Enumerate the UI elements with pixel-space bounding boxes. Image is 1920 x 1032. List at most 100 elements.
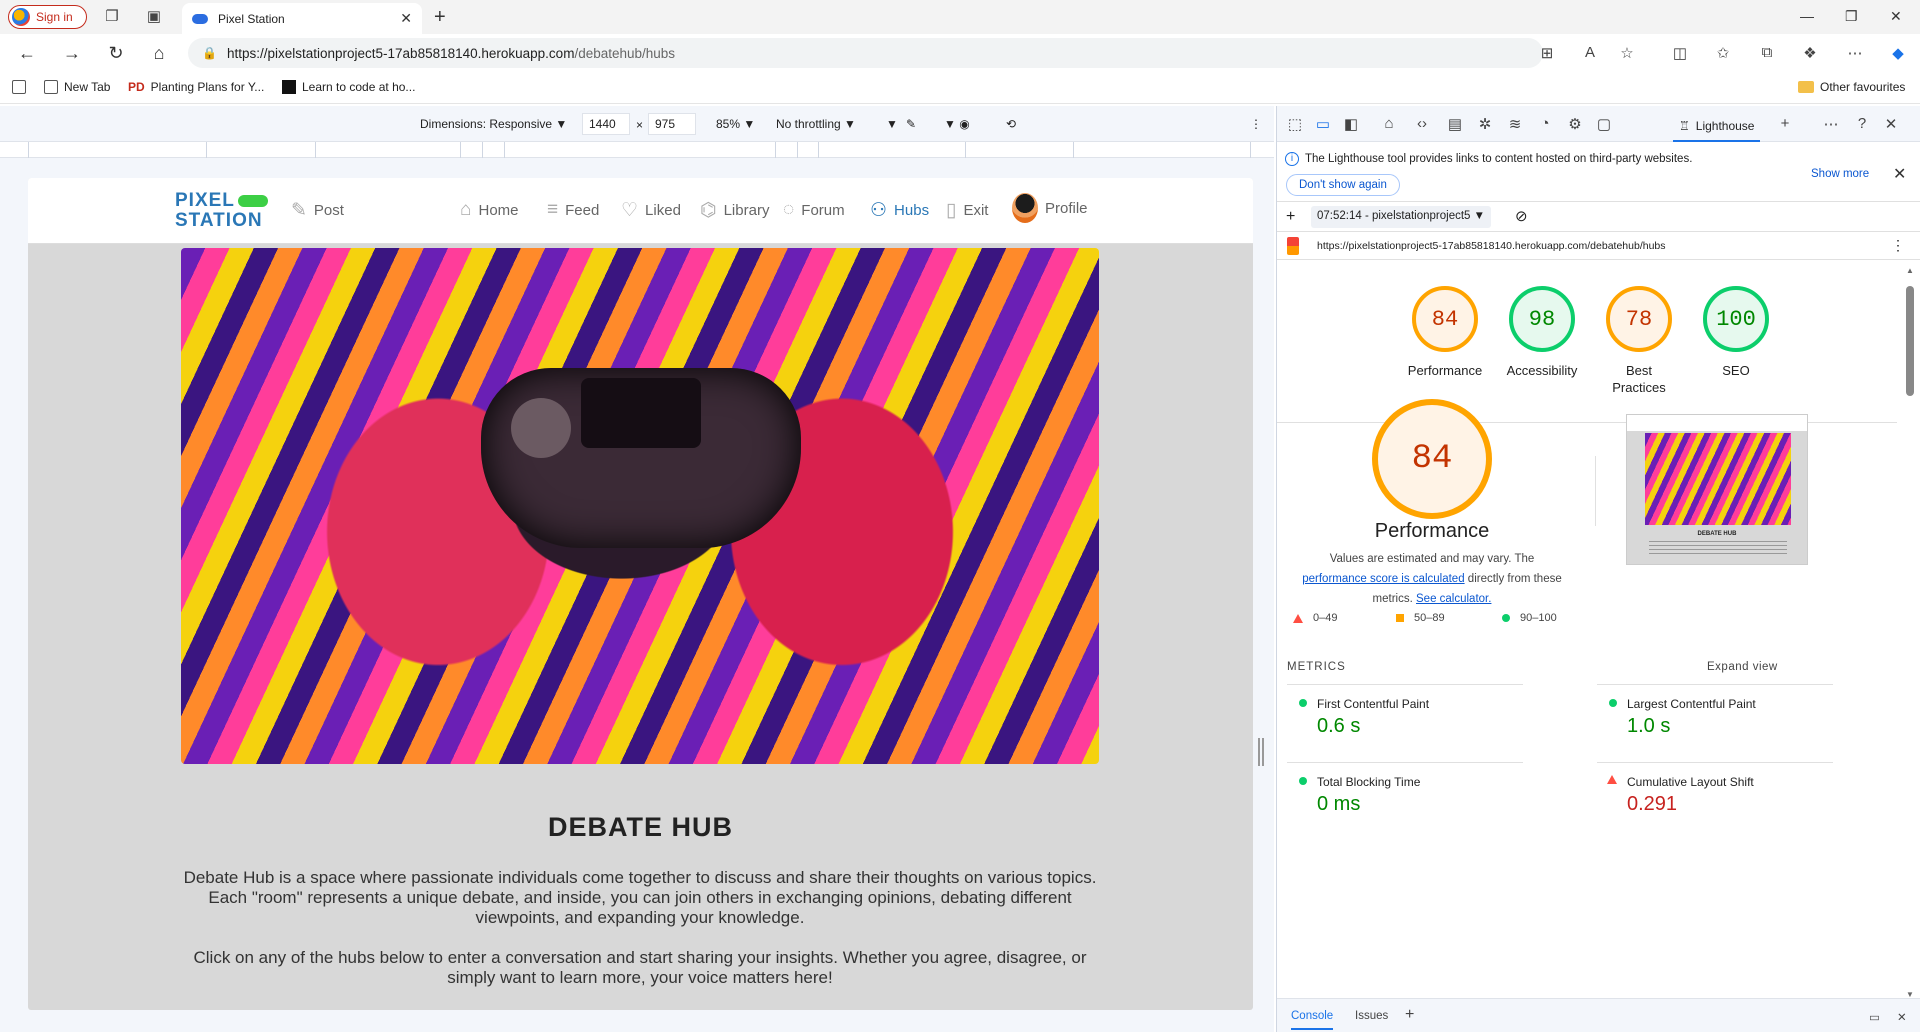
nav-exit[interactable]: ▯ Exit [946, 199, 988, 222]
zoom-select[interactable]: 85% ▼ [716, 117, 755, 131]
inspect-icon[interactable]: ⬚ [1285, 115, 1305, 133]
tab-pixel-station[interactable]: Pixel Station ✕ [182, 3, 422, 34]
report-menu-icon[interactable]: ⋮ [1891, 237, 1905, 254]
add-tab-icon[interactable]: + [1775, 115, 1795, 132]
sign-in-button[interactable]: Sign in [8, 5, 87, 29]
dock-icon[interactable]: ◧ [1341, 115, 1361, 133]
nav-forum[interactable]: ◌ Forum [783, 199, 845, 221]
see-calculator-link[interactable]: See calculator. [1416, 593, 1491, 605]
more-options-icon[interactable]: ⋯ [1845, 44, 1865, 62]
close-window-icon[interactable]: ✕ [1890, 8, 1902, 25]
extensions-icon[interactable]: ❖ [1800, 44, 1820, 62]
copilot-icon[interactable]: ◆ [1888, 44, 1908, 62]
split-screen-icon[interactable]: ◫ [1670, 44, 1690, 62]
dock-drawer-icon[interactable]: ▭ [1869, 1010, 1880, 1024]
nav-home[interactable]: ⌂ Home [460, 199, 519, 221]
height-input[interactable]: 975 [648, 113, 696, 135]
performance-gauge[interactable]: 84 [1412, 286, 1478, 352]
scroll-up-icon[interactable]: ▲ [1906, 266, 1914, 275]
settings-gear-icon[interactable]: ⚙ [1565, 115, 1585, 133]
welcome-icon[interactable]: ⌂ [1379, 115, 1399, 132]
lock-icon: 🔒 [202, 46, 217, 60]
url-field[interactable]: 🔒 https://pixelstationproject5-17ab85818… [188, 38, 1543, 68]
performance-gauge-label: Performance [1407, 363, 1483, 378]
performance-title: Performance [1374, 520, 1490, 542]
rotate-icon[interactable]: ⟲ [1006, 117, 1016, 131]
show-more-link[interactable]: Show more [1811, 168, 1869, 180]
info-icon: i [1285, 152, 1299, 166]
nav-hubs[interactable]: ⚇ Hubs [870, 199, 929, 222]
back-icon[interactable]: ← [16, 43, 38, 64]
elements-icon[interactable]: ‹› [1412, 115, 1432, 132]
seo-gauge[interactable]: 100 [1703, 286, 1769, 352]
dimensions-select[interactable]: Dimensions: Responsive ▼ [420, 117, 567, 131]
width-input[interactable]: 1440 [582, 113, 630, 135]
console-icon[interactable]: ▤ [1445, 115, 1465, 133]
clear-icon[interactable]: ⊘ [1515, 207, 1528, 225]
close-drawer-icon[interactable]: ✕ [1897, 1010, 1907, 1024]
pixel-station-logo[interactable]: PIXEL STATION [175, 191, 268, 231]
tab-title: Pixel Station [218, 11, 285, 26]
forward-icon[interactable]: → [61, 43, 83, 64]
bookmark-new-tab[interactable]: New Tab [44, 80, 110, 94]
resize-handle[interactable] [1258, 738, 1264, 766]
workspaces-icon[interactable]: ❐ [103, 8, 121, 26]
perf-score-link[interactable]: performance score is calculated [1302, 573, 1464, 585]
close-banner-icon[interactable]: ✕ [1893, 164, 1906, 184]
throttling-select[interactable]: No throttling ▼ [776, 117, 856, 131]
metric-lcp: Largest Contentful Paint 1.0 s [1597, 684, 1833, 746]
device-toggle-icon[interactable]: ▭ [1313, 115, 1333, 133]
network-icon[interactable]: ≋ [1505, 115, 1525, 133]
close-devtools-icon[interactable]: ✕ [1881, 115, 1901, 133]
times-sign: × [636, 118, 644, 132]
dont-show-again-button[interactable]: Don't show again [1286, 174, 1400, 196]
devtools-scrollbar[interactable]: ▲ ▼ [1905, 266, 1915, 999]
device-more-icon[interactable]: ⋮ [1250, 117, 1262, 131]
collections-icon[interactable]: ⧉ [1757, 44, 1777, 61]
report-select[interactable]: 07:52:14 - pixelstationproject5 ▼ [1311, 206, 1492, 228]
divider-vertical [1595, 456, 1596, 526]
nav-profile[interactable]: Profile [1012, 193, 1088, 223]
help-icon[interactable]: ? [1852, 115, 1872, 132]
tab-console[interactable]: Console [1291, 1010, 1334, 1030]
minimize-icon[interactable]: — [1800, 8, 1814, 24]
best-practices-gauge[interactable]: 78 [1606, 286, 1672, 352]
bookmark-learn-to-code[interactable]: Learn to code at ho... [282, 80, 415, 94]
home-icon[interactable]: ⌂ [148, 43, 170, 64]
report-toolbar: + 07:52:14 - pixelstationproject5 ▼ ⊘ [1277, 202, 1920, 232]
refresh-icon[interactable]: ↻ [105, 43, 127, 64]
close-tab-icon[interactable]: ✕ [400, 10, 412, 27]
app-available-icon[interactable]: ⊞ [1537, 44, 1557, 62]
list-icon: ≡ [547, 199, 559, 220]
sensors-icon[interactable]: ✎ [906, 117, 916, 131]
new-tab-icon[interactable]: + [434, 6, 446, 29]
read-aloud-icon[interactable]: A [1580, 44, 1600, 61]
address-bar-row: ← → ↻ ⌂ 🔒 https://pixelstationproject5-1… [0, 34, 1920, 72]
bookmark-planting-plans[interactable]: PD Planting Plans for Y... [128, 80, 264, 94]
more-dropdown-icon[interactable]: ▼ [886, 117, 898, 131]
favorites-icon[interactable]: ✩ [1713, 44, 1733, 62]
devtools-more-icon[interactable]: ⋯ [1821, 115, 1841, 133]
tab-actions-icon[interactable]: ▣ [145, 8, 163, 26]
tab-issues[interactable]: Issues [1355, 1010, 1388, 1022]
new-report-icon[interactable]: + [1286, 208, 1295, 226]
nav-liked[interactable]: ♡ Liked [621, 199, 681, 222]
other-favourites[interactable]: Other favourites [1798, 80, 1905, 94]
nav-feed[interactable]: ≡ Feed [547, 199, 599, 221]
restore-icon[interactable]: ❐ [1845, 8, 1858, 25]
reading-list-icon[interactable] [12, 80, 26, 94]
performance-icon[interactable]: ◔ [1535, 115, 1555, 132]
sources-icon[interactable]: ✲ [1475, 115, 1495, 133]
add-drawer-tab-icon[interactable]: + [1405, 1006, 1414, 1024]
accessibility-gauge[interactable]: 98 [1509, 286, 1575, 352]
red-triangle-icon [1293, 613, 1303, 623]
nav-library[interactable]: ⌬ Library [700, 199, 769, 222]
expand-view-link[interactable]: Expand view [1707, 661, 1778, 673]
nav-post[interactable]: ✎ Post [291, 199, 344, 222]
vision-icon[interactable]: ▼ ◉ [944, 117, 970, 131]
favorite-star-icon[interactable]: ☆ [1617, 44, 1637, 62]
final-screenshot-thumbnail[interactable]: DEBATE HUB [1626, 414, 1808, 565]
tab-lighthouse[interactable]: ♖ Lighthouse [1673, 112, 1761, 142]
scrollbar-thumb[interactable] [1906, 286, 1914, 396]
application-icon[interactable]: ▢ [1594, 115, 1614, 133]
